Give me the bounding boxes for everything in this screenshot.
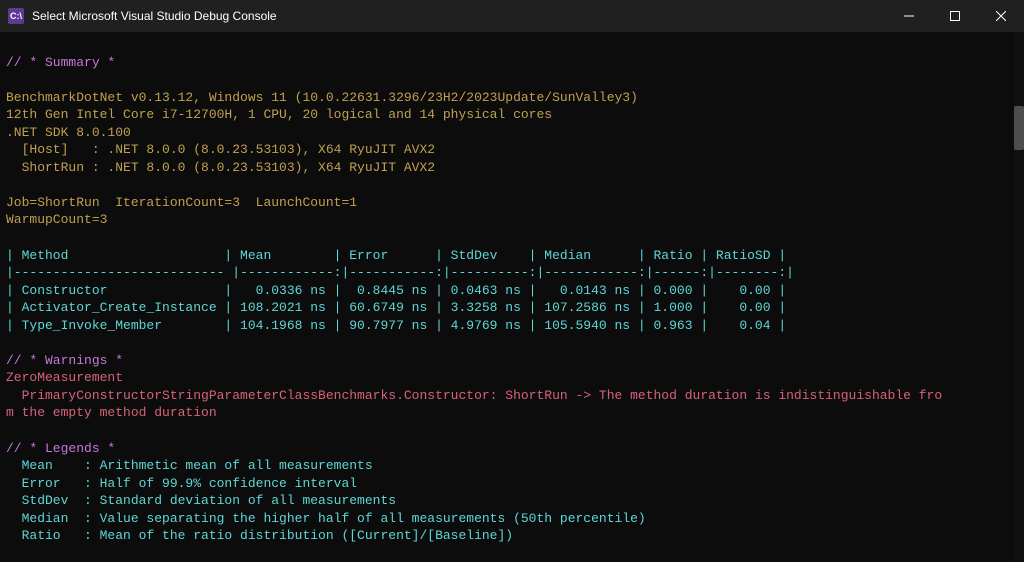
env-line: [Host] : .NET 8.0.0 (8.0.23.53103), X64 … [6,142,435,157]
table-row: | Type_Invoke_Member | 104.1968 ns | 90.… [6,318,786,333]
window-title: Select Microsoft Visual Studio Debug Con… [32,8,886,24]
summary-header: // * Summary * [6,55,115,70]
legend-item: StdDev : Standard deviation of all measu… [6,493,396,508]
benchmark-table: | Method | Mean | Error | StdDev | Media… [6,248,794,333]
warning-title: ZeroMeasurement [6,370,123,385]
titlebar: C:\ Select Microsoft Visual Studio Debug… [0,0,1024,32]
legend-item: Ratio : Mean of the ratio distribution (… [6,528,513,543]
env-line: BenchmarkDotNet v0.13.12, Windows 11 (10… [6,90,638,105]
maximize-button[interactable] [932,0,978,32]
minimize-button[interactable] [886,0,932,32]
legend-item: Mean : Arithmetic mean of all measuremen… [6,458,373,473]
table-row: | Constructor | 0.0336 ns | 0.8445 ns | … [6,283,786,298]
scrollbar[interactable] [1014,32,1024,562]
minimize-icon [904,11,914,21]
table-row: |--------------------------- |----------… [6,265,794,280]
warnings-header: // * Warnings * [6,353,123,368]
maximize-icon [950,11,960,21]
close-button[interactable] [978,0,1024,32]
close-icon [996,11,1006,21]
warning-message: PrimaryConstructorStringParameterClassBe… [6,388,942,421]
table-row: | Activator_Create_Instance | 108.2021 n… [6,300,786,315]
legends-list: Mean : Arithmetic mean of all measuremen… [6,458,646,543]
env-line: 12th Gen Intel Core i7-12700H, 1 CPU, 20… [6,107,552,122]
job-line: Job=ShortRun IterationCount=3 LaunchCoun… [6,195,357,228]
legends-header: // * Legends * [6,441,115,456]
legend-item: Median : Value separating the higher hal… [6,511,646,526]
env-line: .NET SDK 8.0.100 [6,125,131,140]
console-output[interactable]: // * Summary * BenchmarkDotNet v0.13.12,… [0,32,1024,562]
table-row: | Method | Mean | Error | StdDev | Media… [6,248,786,263]
scroll-thumb[interactable] [1014,106,1024,150]
env-line: ShortRun : .NET 8.0.0 (8.0.23.53103), X6… [6,160,435,175]
app-icon: C:\ [8,8,24,24]
legend-item: Error : Half of 99.9% confidence interva… [6,476,357,491]
